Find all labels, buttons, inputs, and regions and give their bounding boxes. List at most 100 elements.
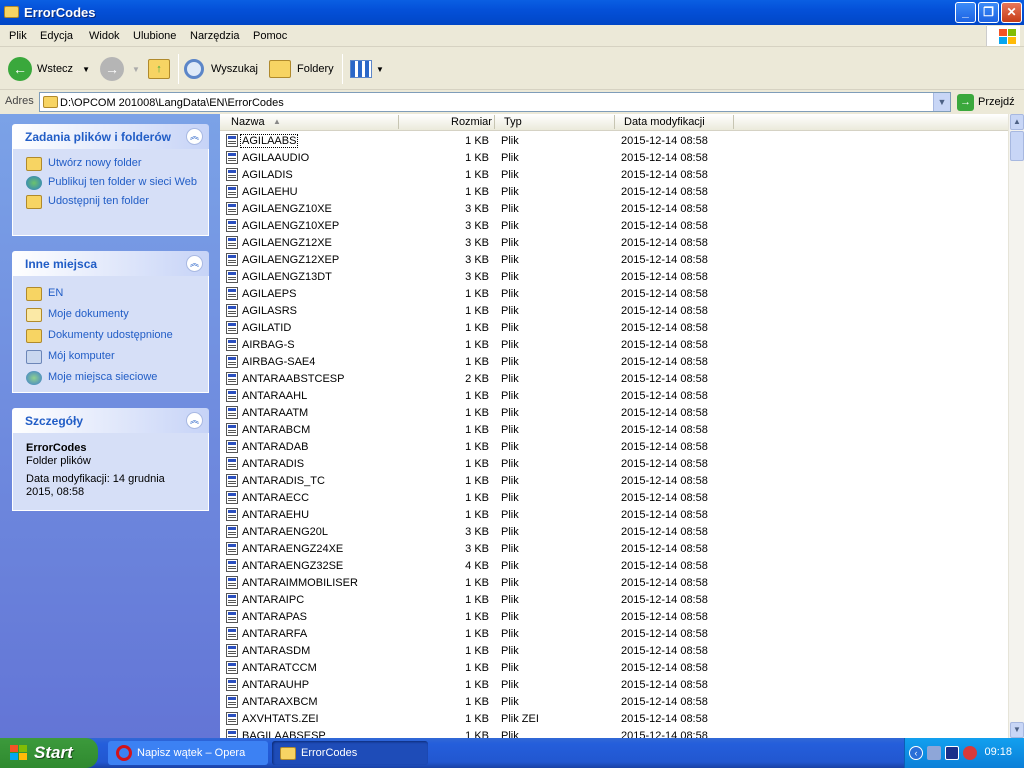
file-row[interactable]: ANTARAUHP 1 KB Plik 2015-12-14 08:58: [220, 676, 1008, 693]
menu-ulubione[interactable]: Ulubione: [133, 30, 176, 42]
file-row[interactable]: ANTARAENGZ24XE 3 KB Plik 2015-12-14 08:58: [220, 540, 1008, 557]
file-type: Plik: [501, 594, 519, 606]
menu-edycja[interactable]: Edycja: [40, 30, 73, 42]
minimize-button[interactable]: _: [955, 2, 976, 23]
panel-header[interactable]: Zadania plików i folderów ︽: [12, 124, 209, 149]
task-share-folder[interactable]: Udostępnij ten folder: [26, 195, 202, 209]
show-hidden-icons-button[interactable]: ‹: [909, 746, 923, 760]
file-row[interactable]: ANTARADIS 1 KB Plik 2015-12-14 08:58: [220, 455, 1008, 472]
scroll-down-button[interactable]: ▼: [1010, 722, 1024, 738]
column-date[interactable]: Data modyfikacji: [624, 116, 705, 128]
place-my-computer[interactable]: Mój komputer: [26, 350, 202, 364]
column-name[interactable]: Nazwa: [231, 116, 265, 128]
file-row[interactable]: ANTARAPAS 1 KB Plik 2015-12-14 08:58: [220, 608, 1008, 625]
folders-label: Foldery: [297, 63, 334, 75]
collapse-icon[interactable]: ︽: [186, 412, 203, 429]
system-tray: ‹ 09:18: [904, 738, 1024, 768]
task-new-folder[interactable]: Utwórz nowy folder: [26, 157, 202, 171]
file-row[interactable]: AGILAABS 1 KB Plik 2015-12-14 08:58: [220, 132, 1008, 149]
file-row[interactable]: ANTARABCM 1 KB Plik 2015-12-14 08:58: [220, 421, 1008, 438]
file-row[interactable]: ANTARADAB 1 KB Plik 2015-12-14 08:58: [220, 438, 1008, 455]
place-en[interactable]: EN: [26, 287, 202, 301]
column-size[interactable]: Rozmiar: [451, 116, 492, 128]
column-divider[interactable]: [733, 115, 734, 129]
place-network[interactable]: Moje miejsca sieciowe: [26, 371, 202, 385]
file-row[interactable]: AIRBAG-SAE4 1 KB Plik 2015-12-14 08:58: [220, 353, 1008, 370]
file-row[interactable]: AGILAENGZ10XEP 3 KB Plik 2015-12-14 08:58: [220, 217, 1008, 234]
column-type[interactable]: Typ: [504, 116, 522, 128]
title-bar[interactable]: ErrorCodes _ ❐ ✕: [0, 0, 1024, 25]
go-button[interactable]: → Przejdź: [957, 92, 1015, 112]
column-divider[interactable]: [614, 115, 615, 129]
chevron-down-icon[interactable]: ▼: [132, 65, 140, 74]
file-row[interactable]: ANTARAECC 1 KB Plik 2015-12-14 08:58: [220, 489, 1008, 506]
address-field[interactable]: D:\OPCOM 201008\LangData\EN\ErrorCodes ▼: [39, 92, 951, 112]
file-row[interactable]: ANTARADIS_TC 1 KB Plik 2015-12-14 08:58: [220, 472, 1008, 489]
file-row[interactable]: ANTARAENGZ32SE 4 KB Plik 2015-12-14 08:58: [220, 557, 1008, 574]
column-divider[interactable]: [494, 115, 495, 129]
file-row[interactable]: ANTARASDM 1 KB Plik 2015-12-14 08:58: [220, 642, 1008, 659]
file-row[interactable]: ANTARAENG20L 3 KB Plik 2015-12-14 08:58: [220, 523, 1008, 540]
file-row[interactable]: AGILAEPS 1 KB Plik 2015-12-14 08:58: [220, 285, 1008, 302]
scroll-thumb[interactable]: [1010, 131, 1024, 161]
menu-widok[interactable]: Widok: [89, 30, 120, 42]
back-button[interactable]: ← Wstecz ▼: [8, 55, 90, 83]
menu-narzedzia[interactable]: Narzędzia: [190, 30, 240, 42]
file-row[interactable]: ANTARARFA 1 KB Plik 2015-12-14 08:58: [220, 625, 1008, 642]
monitor-tray-icon[interactable]: [945, 746, 959, 760]
network-tray-icon[interactable]: [927, 746, 941, 760]
collapse-icon[interactable]: ︽: [186, 255, 203, 272]
file-type: Plik: [501, 203, 519, 215]
file-row[interactable]: BAGILAABSESP 1 KB Plik 2015-12-14 08:58: [220, 727, 1008, 738]
details-panel: Szczegóły ︽ ErrorCodes Folder plików Dat…: [12, 408, 209, 511]
task-opera[interactable]: Napisz wątek – Opera: [108, 741, 268, 765]
folders-button[interactable]: Foldery: [269, 55, 334, 83]
file-type: Plik: [501, 322, 519, 334]
file-row[interactable]: ANTARAIMMOBILISER 1 KB Plik 2015-12-14 08:5…: [220, 574, 1008, 591]
column-divider[interactable]: [398, 115, 399, 129]
menu-plik[interactable]: Plik: [9, 30, 27, 42]
vertical-scrollbar[interactable]: ▲ ▼: [1008, 114, 1024, 738]
file-row[interactable]: AGILAENGZ12XEP 3 KB Plik 2015-12-14 08:58: [220, 251, 1008, 268]
file-row[interactable]: AXVHTATS.ZEI 1 KB Plik ZEI 2015-12-14 08:58: [220, 710, 1008, 727]
file-row[interactable]: ANTARATCCM 1 KB Plik 2015-12-14 08:58: [220, 659, 1008, 676]
file-row[interactable]: AGILATID 1 KB Plik 2015-12-14 08:58: [220, 319, 1008, 336]
scroll-up-button[interactable]: ▲: [1010, 114, 1024, 130]
maximize-button[interactable]: ❐: [978, 2, 999, 23]
close-button[interactable]: ✕: [1001, 2, 1022, 23]
views-button[interactable]: ▼: [350, 55, 384, 83]
file-row[interactable]: ANTARAATM 1 KB Plik 2015-12-14 08:58: [220, 404, 1008, 421]
file-row[interactable]: ANTARAXBCM 1 KB Plik 2015-12-14 08:58: [220, 693, 1008, 710]
file-row[interactable]: AGILASRS 1 KB Plik 2015-12-14 08:58: [220, 302, 1008, 319]
task-label: Utwórz nowy folder: [48, 157, 142, 169]
task-publish-web[interactable]: Publikuj ten folder w sieci Web: [26, 176, 202, 190]
panel-header[interactable]: Szczegóły ︽: [12, 408, 209, 433]
file-row[interactable]: ANTARAAHL 1 KB Plik 2015-12-14 08:58: [220, 387, 1008, 404]
file-row[interactable]: AGILAEHU 1 KB Plik 2015-12-14 08:58: [220, 183, 1008, 200]
forward-button[interactable]: → ▼: [100, 55, 140, 83]
collapse-icon[interactable]: ︽: [186, 128, 203, 145]
file-row[interactable]: ANTARAABSTCESP 2 KB Plik 2015-12-14 08:58: [220, 370, 1008, 387]
address-dropdown-button[interactable]: ▼: [933, 93, 950, 111]
panel-header[interactable]: Inne miejsca ︽: [12, 251, 209, 276]
file-date: 2015-12-14 08:58: [621, 288, 708, 300]
file-row[interactable]: AGILADIS 1 KB Plik 2015-12-14 08:58: [220, 166, 1008, 183]
task-errorcodes[interactable]: ErrorCodes: [272, 741, 428, 765]
search-button[interactable]: Wyszukaj: [184, 55, 258, 83]
file-type: Plik: [501, 577, 519, 589]
file-row[interactable]: ANTARAEHU 1 KB Plik 2015-12-14 08:58: [220, 506, 1008, 523]
security-shield-icon[interactable]: [963, 746, 977, 760]
menu-pomoc[interactable]: Pomoc: [253, 30, 287, 42]
up-folder-button[interactable]: ↑: [148, 55, 170, 83]
place-shared-documents[interactable]: Dokumenty udostępnione: [26, 329, 202, 343]
file-row[interactable]: AGILAENGZ12XE 3 KB Plik 2015-12-14 08:58: [220, 234, 1008, 251]
file-row[interactable]: AGILAAUDIO 1 KB Plik 2015-12-14 08:58: [220, 149, 1008, 166]
file-row[interactable]: AGILAENGZ10XE 3 KB Plik 2015-12-14 08:58: [220, 200, 1008, 217]
file-row[interactable]: ANTARAIPC 1 KB Plik 2015-12-14 08:58: [220, 591, 1008, 608]
file-row[interactable]: AIRBAG-S 1 KB Plik 2015-12-14 08:58: [220, 336, 1008, 353]
chevron-down-icon[interactable]: ▼: [82, 65, 90, 74]
place-my-documents[interactable]: Moje dokumenty: [26, 308, 202, 322]
start-button[interactable]: Start: [0, 738, 98, 768]
file-row[interactable]: AGILAENGZ13DT 3 KB Plik 2015-12-14 08:58: [220, 268, 1008, 285]
clock: 09:18: [984, 746, 1012, 758]
